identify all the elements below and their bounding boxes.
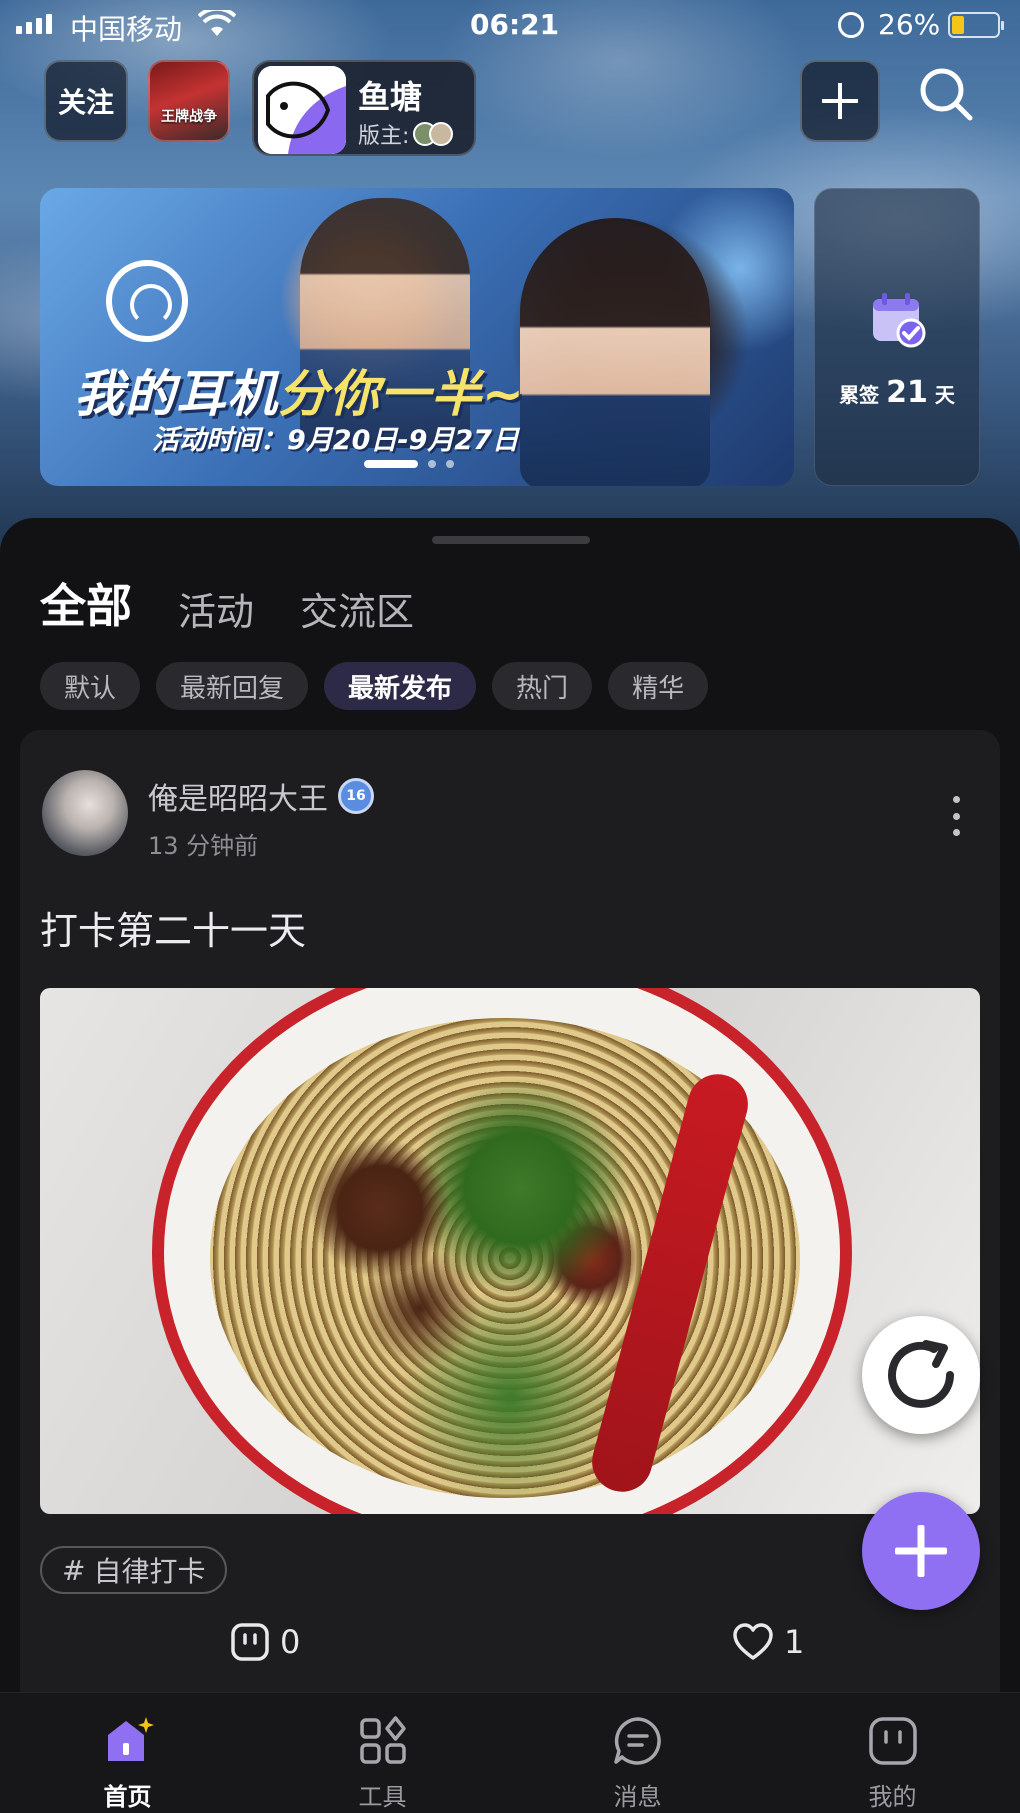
headphone-logo-icon bbox=[106, 260, 188, 342]
carrier-name: 中国移动 bbox=[70, 13, 183, 46]
nav-home[interactable]: 首页 bbox=[0, 1693, 255, 1813]
post-author[interactable]: 俺是昭昭大王 16 bbox=[148, 774, 374, 818]
topic-tag[interactable]: # 自律打卡 bbox=[40, 1546, 228, 1594]
banner-dot[interactable] bbox=[428, 460, 436, 468]
home-icon bbox=[107, 1717, 154, 1761]
event-banner[interactable]: 我的耳机分你一半~ 活动时间：9月20日-9月27日 bbox=[40, 188, 794, 486]
message-icon bbox=[613, 1717, 661, 1765]
post-image[interactable] bbox=[40, 988, 980, 1514]
nav-tools-label: 工具 bbox=[358, 1783, 407, 1811]
heart-icon bbox=[733, 1623, 773, 1660]
checkin-card[interactable]: 累签 21 天 bbox=[814, 188, 980, 486]
more-options-icon[interactable] bbox=[948, 796, 964, 836]
battery-percent: 26% bbox=[878, 8, 941, 41]
tab-discussion[interactable]: 交流区 bbox=[300, 581, 414, 636]
profile-icon bbox=[868, 1717, 917, 1765]
follow-button[interactable]: 关注 bbox=[44, 60, 128, 142]
filter-latest-reply[interactable]: 最新回复 bbox=[156, 662, 309, 710]
post-text: 打卡第二十一天 bbox=[40, 909, 307, 953]
search-icon[interactable] bbox=[916, 64, 976, 124]
moderator-avatars bbox=[413, 122, 454, 146]
nav-home-label: 首页 bbox=[103, 1783, 152, 1811]
post-time: 13 分钟前 bbox=[148, 832, 259, 860]
like-button[interactable]: 1 bbox=[732, 1622, 804, 1662]
nav-messages-label: 消息 bbox=[613, 1783, 662, 1811]
moderator-label: 版主: bbox=[358, 124, 410, 149]
tab-all[interactable]: 全部 bbox=[40, 570, 132, 636]
bottom-navigation: 首页 工具 消息 我的 bbox=[0, 1692, 1020, 1813]
filter-latest-post[interactable]: 最新发布 bbox=[324, 662, 477, 710]
status-bar: 中国移动 06:21 26% bbox=[0, 0, 1020, 52]
banner-dot[interactable] bbox=[446, 460, 454, 468]
banner-date: 活动时间：9月20日-9月27日 bbox=[152, 425, 519, 456]
moderator-row: 版主: bbox=[358, 118, 454, 150]
nav-profile[interactable]: 我的 bbox=[765, 1693, 1020, 1813]
refresh-button[interactable] bbox=[862, 1316, 980, 1434]
author-name: 俺是昭昭大王 bbox=[148, 782, 328, 817]
signal-icon bbox=[16, 14, 52, 34]
orientation-lock-icon bbox=[838, 12, 864, 38]
nav-messages[interactable]: 消息 bbox=[510, 1693, 765, 1813]
add-button[interactable] bbox=[800, 60, 880, 142]
banner-pagination bbox=[364, 460, 454, 468]
battery-icon bbox=[948, 12, 1004, 38]
sheet-drag-handle[interactable] bbox=[432, 536, 590, 544]
filter-default[interactable]: 默认 bbox=[40, 662, 141, 710]
comment-icon bbox=[231, 1623, 269, 1661]
new-post-button[interactable] bbox=[862, 1492, 980, 1610]
sort-filters: 默认 最新回复 最新发布 热门 精华 bbox=[40, 662, 709, 710]
wifi-icon bbox=[198, 10, 236, 36]
community-name: 鱼塘 bbox=[358, 78, 423, 116]
level-badge: 16 bbox=[338, 778, 374, 814]
nav-profile-label: 我的 bbox=[868, 1783, 917, 1811]
filter-featured[interactable]: 精华 bbox=[608, 662, 709, 710]
comment-count: 0 bbox=[280, 1623, 301, 1661]
topic-tag-label: 自律打卡 bbox=[93, 1555, 206, 1588]
banner-illustration-girl bbox=[520, 218, 710, 486]
calendar-check-icon bbox=[873, 293, 926, 348]
banner-title: 我的耳机分你一半~ bbox=[74, 365, 525, 423]
community-selector[interactable]: 鱼塘 版主: bbox=[252, 60, 476, 156]
tools-icon bbox=[359, 1716, 406, 1764]
comment-button[interactable]: 0 bbox=[230, 1622, 300, 1662]
status-time: 06:21 bbox=[470, 8, 560, 41]
avatar[interactable] bbox=[42, 770, 128, 856]
checkin-days: 累签 21 天 bbox=[839, 375, 955, 410]
game-thumb-text: 王牌战争 bbox=[161, 109, 217, 125]
hash-icon: # bbox=[62, 1553, 86, 1587]
banner-dot[interactable] bbox=[364, 460, 418, 468]
refresh-icon bbox=[888, 1340, 954, 1408]
like-count: 1 bbox=[784, 1623, 805, 1661]
game-community-thumb[interactable]: 王牌战争 bbox=[148, 60, 230, 142]
nav-tools[interactable]: 工具 bbox=[255, 1693, 510, 1813]
filter-hot[interactable]: 热门 bbox=[492, 662, 593, 710]
category-tabs: 全部 活动 交流区 bbox=[40, 570, 414, 636]
fish-pond-logo bbox=[258, 66, 346, 154]
tab-activity[interactable]: 活动 bbox=[178, 581, 254, 636]
